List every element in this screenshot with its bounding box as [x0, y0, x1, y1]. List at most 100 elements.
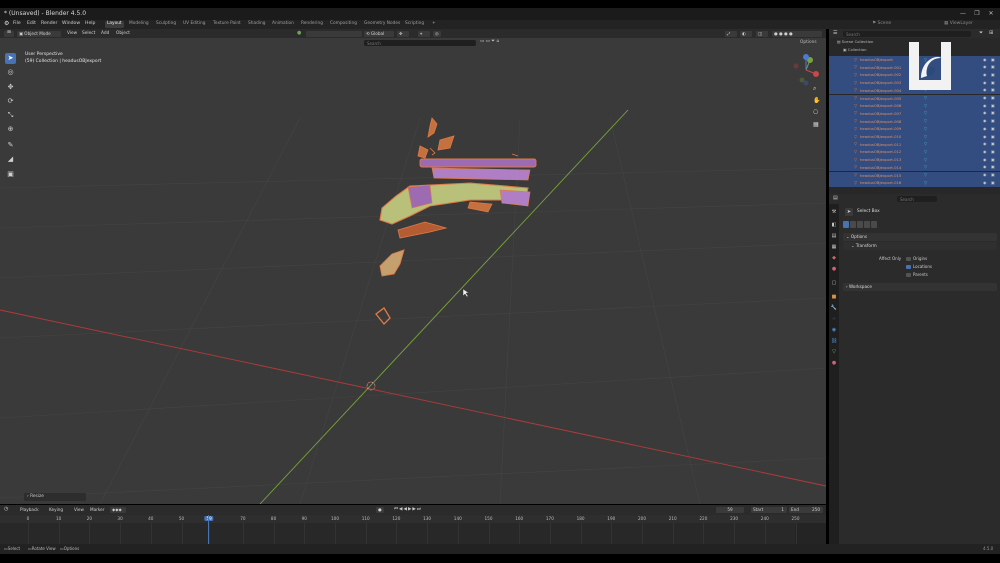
- camera-view-icon[interactable]: ⎔: [813, 110, 818, 116]
- current-frame-field[interactable]: 59: [716, 507, 744, 513]
- tab-world-icon[interactable]: ●: [830, 266, 838, 273]
- gizmo-toggles[interactable]: [306, 30, 362, 37]
- tab-material-icon[interactable]: ●: [830, 360, 838, 367]
- playhead-line[interactable]: [208, 515, 209, 544]
- tab-layout[interactable]: Layout: [105, 21, 124, 28]
- render-camera-icon[interactable]: ▣: [991, 173, 995, 177]
- object-type-visibility-icon[interactable]: ●: [297, 30, 301, 36]
- checkbox-box[interactable]: [906, 272, 911, 277]
- scene-selector[interactable]: ⚑ Scene: [872, 21, 891, 27]
- render-camera-icon[interactable]: ▣: [991, 111, 995, 115]
- mode-dropdown[interactable]: ▣ Object Mode: [17, 30, 61, 37]
- pan-hand-icon[interactable]: ✋: [813, 98, 820, 104]
- menu-select[interactable]: Select: [82, 31, 95, 36]
- outliner-row[interactable]: ▽ headusOBJexport.012 ▽ ◉ ▣: [829, 148, 1000, 157]
- tab-physics-icon[interactable]: ◉: [830, 327, 838, 334]
- menu-playback[interactable]: Playback: [20, 507, 39, 512]
- tab-data-icon[interactable]: ▽: [830, 349, 838, 356]
- scale-tool-icon[interactable]: ⤡: [5, 110, 16, 121]
- tab-constraints-icon[interactable]: ⛓: [830, 338, 838, 345]
- workspace-panel-header[interactable]: › Workspace: [843, 283, 997, 291]
- visibility-eye-icon[interactable]: ◉: [983, 126, 987, 131]
- proportional-edit-button[interactable]: ◎: [433, 30, 441, 37]
- annotate-tool-icon[interactable]: ✎: [5, 140, 16, 151]
- mode-subtract-icon[interactable]: [857, 221, 863, 228]
- render-camera-icon[interactable]: ▣: [991, 65, 995, 69]
- editor-type-icon[interactable]: ⊞: [4, 30, 14, 37]
- minimize-button[interactable]: —: [958, 10, 968, 18]
- ortho-toggle-icon[interactable]: ▦: [813, 122, 819, 128]
- keyframe-toggle[interactable]: ◆◆◆: [110, 507, 126, 513]
- redo-panel[interactable]: › Resize: [24, 493, 86, 501]
- scene-collection-label[interactable]: ▤ Scene Collection: [837, 40, 873, 44]
- menu-edit[interactable]: Edit: [27, 21, 36, 27]
- visibility-eye-icon[interactable]: ◉: [983, 96, 987, 100]
- timeline-editor-icon[interactable]: ◷: [4, 507, 8, 512]
- selectability-button[interactable]: ⤢: [725, 30, 737, 37]
- transform-tool-icon[interactable]: ⊕: [5, 124, 16, 135]
- transform-orientation-dropdown[interactable]: ⟲ Global: [364, 30, 394, 37]
- selection-mode-buttons[interactable]: [843, 221, 879, 228]
- menu-marker[interactable]: Marker: [90, 507, 104, 512]
- visibility-eye-icon[interactable]: ◉: [983, 157, 987, 162]
- tab-compositing[interactable]: Compositing: [328, 21, 359, 28]
- timeline-ruler[interactable]: 0 10 20 30 40 50 59 70 80 90 100 110 120 130 140 150 160…: [0, 515, 826, 523]
- mode-intersect-icon[interactable]: [871, 221, 877, 228]
- menu-object[interactable]: Object: [116, 31, 130, 36]
- visibility-eye-icon[interactable]: ◉: [983, 72, 987, 77]
- outliner-editor-icon[interactable]: ☰: [833, 31, 837, 36]
- render-camera-icon[interactable]: ▣: [991, 80, 995, 85]
- menu-file[interactable]: File: [13, 21, 21, 27]
- pivot-point-dropdown[interactable]: ✥: [397, 30, 409, 37]
- outliner-row[interactable]: ▽ headusOBJexport.011 ▽ ◉ ▣: [829, 140, 1000, 149]
- render-camera-icon[interactable]: ▣: [991, 88, 995, 92]
- tab-sculpting[interactable]: Sculpting: [154, 21, 178, 28]
- mode-invert-icon[interactable]: [864, 221, 870, 228]
- tab-texture-paint[interactable]: Texture Paint: [211, 21, 243, 28]
- 3d-viewport[interactable]: User Perspective (59) Collection | headu…: [0, 38, 826, 504]
- cursor-tool-icon[interactable]: ◎: [5, 67, 16, 78]
- tab-animation[interactable]: Animation: [270, 21, 296, 28]
- measure-tool-icon[interactable]: ◢: [5, 154, 16, 165]
- menu-view-timeline[interactable]: View: [74, 507, 84, 512]
- zoom-icon[interactable]: ⌕: [813, 86, 816, 92]
- visibility-eye-icon[interactable]: ◉: [983, 165, 987, 169]
- visibility-eye-icon[interactable]: ◉: [983, 103, 987, 108]
- tab-scripting[interactable]: Scripting: [403, 21, 426, 28]
- menu-help[interactable]: Help: [85, 21, 95, 27]
- xray-button[interactable]: ◫: [756, 30, 768, 37]
- properties-search-field[interactable]: Search: [897, 196, 937, 202]
- outliner-row[interactable]: ▽ headusOBJexport.010 ▽ ◉ ▣: [829, 133, 1000, 141]
- render-camera-icon[interactable]: ▣: [991, 142, 995, 146]
- render-camera-icon[interactable]: ▣: [991, 103, 995, 108]
- menu-window[interactable]: Window: [62, 21, 80, 27]
- tab-tool-icon[interactable]: ⚒: [830, 209, 838, 216]
- tab-shading[interactable]: Shading: [246, 21, 267, 28]
- visibility-eye-icon[interactable]: ◉: [983, 173, 987, 177]
- affect-only-checkbox[interactable]: Origins: [906, 256, 956, 262]
- close-button[interactable]: ✕: [986, 10, 996, 18]
- menu-view[interactable]: View: [67, 31, 77, 36]
- render-camera-icon[interactable]: ▣: [991, 72, 995, 77]
- outliner-row[interactable]: ▽ headusOBJexport.013 ▽ ◉ ▣: [829, 156, 1000, 164]
- viewport-options-button[interactable]: Options: [800, 40, 817, 45]
- end-frame-field[interactable]: End 250: [789, 507, 823, 513]
- view-layer-selector[interactable]: ▦ ViewLayer: [944, 21, 973, 27]
- affect-only-checkbox[interactable]: Parents: [906, 272, 956, 278]
- outliner-row[interactable]: ▽ headusOBJexport.007 ▽ ◉ ▣: [829, 109, 1000, 118]
- rotate-tool-icon[interactable]: ⟳: [5, 96, 16, 107]
- outliner-search-field[interactable]: Search: [843, 30, 971, 37]
- playback-controls[interactable]: ⏮◀◀▶▶⏭: [394, 507, 422, 513]
- visibility-eye-icon[interactable]: ◉: [983, 65, 987, 69]
- outliner-row[interactable]: ▽ headusOBJexport.016 ▽ ◉ ▣: [829, 179, 1000, 187]
- transform-subpanel-header[interactable]: ⌄ Transform: [843, 242, 997, 250]
- add-workspace-button[interactable]: +: [430, 21, 438, 28]
- visibility-eye-icon[interactable]: ◉: [983, 180, 987, 185]
- visibility-eye-icon[interactable]: ◉: [983, 149, 987, 154]
- collection-label[interactable]: ▣ Collection: [843, 48, 867, 52]
- render-camera-icon[interactable]: ▣: [991, 126, 995, 131]
- auto-keying-button[interactable]: ●: [376, 507, 384, 513]
- visibility-eye-icon[interactable]: ◉: [983, 57, 987, 62]
- tab-output-icon[interactable]: ▤: [830, 233, 838, 240]
- mode-set-icon[interactable]: [843, 221, 849, 228]
